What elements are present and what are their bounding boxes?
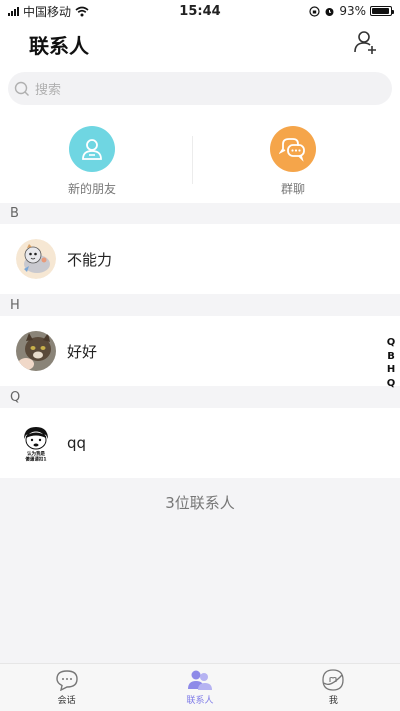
alphabet-index: Q B H Q [385,336,397,390]
group-chat-label: 群聊 [280,182,305,196]
add-user-icon[interactable] [353,29,379,55]
new-friends-button[interactable]: 新的朋友 [22,126,162,197]
cartoon-cat-avatar [16,239,56,279]
header: 联系人 [0,22,400,66]
contact-row[interactable]: 认为我是 傻逼请扣1 qq [0,408,400,478]
meme-caption-line-2: 傻逼请扣1 [25,456,46,463]
status-bar-right: 93% [309,4,394,18]
contacts-icon [187,670,212,690]
rotation-lock-icon [309,5,320,17]
section-header-b: B [0,203,400,224]
contact-count: 3位联系人 [165,494,235,512]
meme-avatar: 认为我是 傻逼请扣1 [16,423,56,463]
index-letter-h[interactable]: H [385,363,397,377]
shortcut-divider [192,136,193,184]
index-letter-q-search[interactable]: Q [385,336,397,350]
contact-name: qq [67,434,87,452]
tab-contacts[interactable]: 联系人 [133,664,266,711]
wifi-icon [75,6,89,16]
contact-name: 好好 [67,342,98,361]
alarm-icon [325,7,334,16]
tab-conversations[interactable]: 会话 [0,664,133,711]
carrier-label: 中国移动 [23,4,72,19]
meme-caption-line-1: 认为我是 [27,450,45,457]
tab-label: 联系人 [186,696,214,706]
section-header-q: Q [0,387,400,408]
group-chat-circle [270,126,316,172]
search-placeholder: 搜索 [35,83,62,98]
search-icon [14,81,29,96]
index-letter-b[interactable]: B [385,350,397,364]
profile-icon [322,669,344,691]
top-area: 搜索 新的朋友 群聊 [0,66,400,203]
group-chat-button[interactable]: 群聊 [223,126,363,197]
cat-photo-avatar [16,331,56,371]
status-bar: 中国移动 15:44 93% [0,0,400,22]
user-icon [82,139,102,160]
chat-bubbles-icon [279,138,305,162]
battery-percent: 93% [339,4,366,18]
tab-label: 我 [328,696,338,706]
section-header-h: H [0,295,400,316]
contact-name: 不能力 [67,250,113,269]
tab-me[interactable]: 我 [267,664,400,711]
new-friends-circle [69,126,115,172]
search-input[interactable]: 搜索 [8,72,392,105]
status-bar-left: 中国移动 [8,3,89,20]
page-title: 联系人 [29,34,89,58]
battery-fill [372,8,389,14]
new-friends-label: 新的朋友 [67,182,116,196]
contact-row[interactable]: 好好 [0,316,400,386]
tab-bar: 会话 联系人 我 [0,663,400,711]
contact-row[interactable]: 不能力 [0,224,400,294]
battery-icon [370,6,394,16]
chat-icon [55,670,78,691]
signal-icon [8,6,19,16]
tab-label: 会话 [57,696,76,706]
index-letter-q[interactable]: Q [385,377,397,391]
